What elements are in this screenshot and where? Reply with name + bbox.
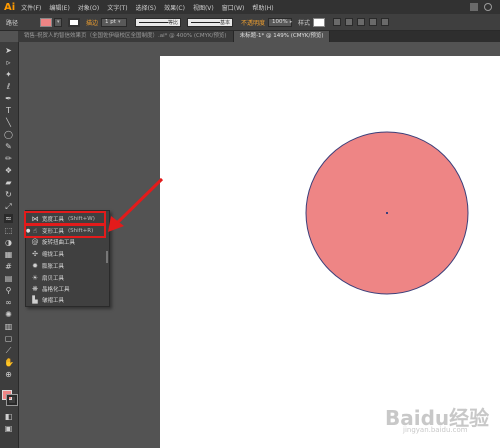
flyout-tearoff-handle[interactable]: [106, 251, 108, 263]
twirl-tool-icon: @: [31, 237, 39, 246]
flyout-item-width-tool[interactable]: ⋈ 宽度工具 (Shift+W): [24, 211, 106, 226]
scallop-tool-icon: ☀: [31, 273, 39, 282]
pucker-tool-icon: ✣: [32, 249, 38, 258]
flyout-item-shortcut: (Shift+W): [68, 215, 95, 222]
flyout-item-label: 膨胀工具: [42, 263, 65, 270]
flyout-item-wrinkle-tool[interactable]: ▙ 皱褶工具: [26, 294, 104, 305]
flyout-item-label: 晶格化工具: [42, 286, 70, 293]
flyout-item-crystallize-tool[interactable]: ❋ 晶格化工具: [26, 283, 104, 294]
flyout-item-label: 扇贝工具: [42, 275, 65, 282]
flyout-item-twirl-tool[interactable]: @ 旋转扭曲工具: [26, 236, 104, 247]
tool-flyout-menu: ⋈ 宽度工具 (Shift+W) ● ☝ 变形工具 (Shift+R) @ 旋转…: [24, 210, 110, 307]
selected-dot-icon: ●: [26, 227, 31, 234]
width-tool-icon: ⋈: [31, 214, 39, 223]
flyout-item-label: 旋转扭曲工具: [42, 239, 76, 246]
flyout-item-pucker-tool[interactable]: ✣ 缩拢工具: [26, 248, 104, 259]
flyout-item-label: 缩拢工具: [42, 251, 65, 258]
bloat-tool-icon: ✹: [32, 261, 38, 270]
center-point: [386, 212, 388, 214]
watermark-url: jingyan.baidu.com: [403, 426, 468, 434]
flyout-item-label: 皱褶工具: [42, 297, 65, 304]
watermark: Baidu经验 jingyan.baidu.com: [385, 402, 495, 442]
flyout-item-label: 宽度工具: [42, 216, 65, 223]
crystallize-tool-icon: ❋: [32, 284, 38, 293]
flyout-item-bloat-tool[interactable]: ✹ 膨胀工具: [26, 260, 104, 271]
wrinkle-tool-icon: ▙: [32, 295, 38, 304]
flyout-item-scallop-tool[interactable]: ☀ 扇贝工具: [26, 272, 104, 283]
warp-tool-icon: ☝: [32, 226, 38, 235]
flyout-item-warp-tool[interactable]: ● ☝ 变形工具 (Shift+R): [24, 223, 106, 238]
flyout-item-label: 变形工具: [42, 228, 65, 235]
flyout-item-shortcut: (Shift+R): [68, 227, 94, 234]
